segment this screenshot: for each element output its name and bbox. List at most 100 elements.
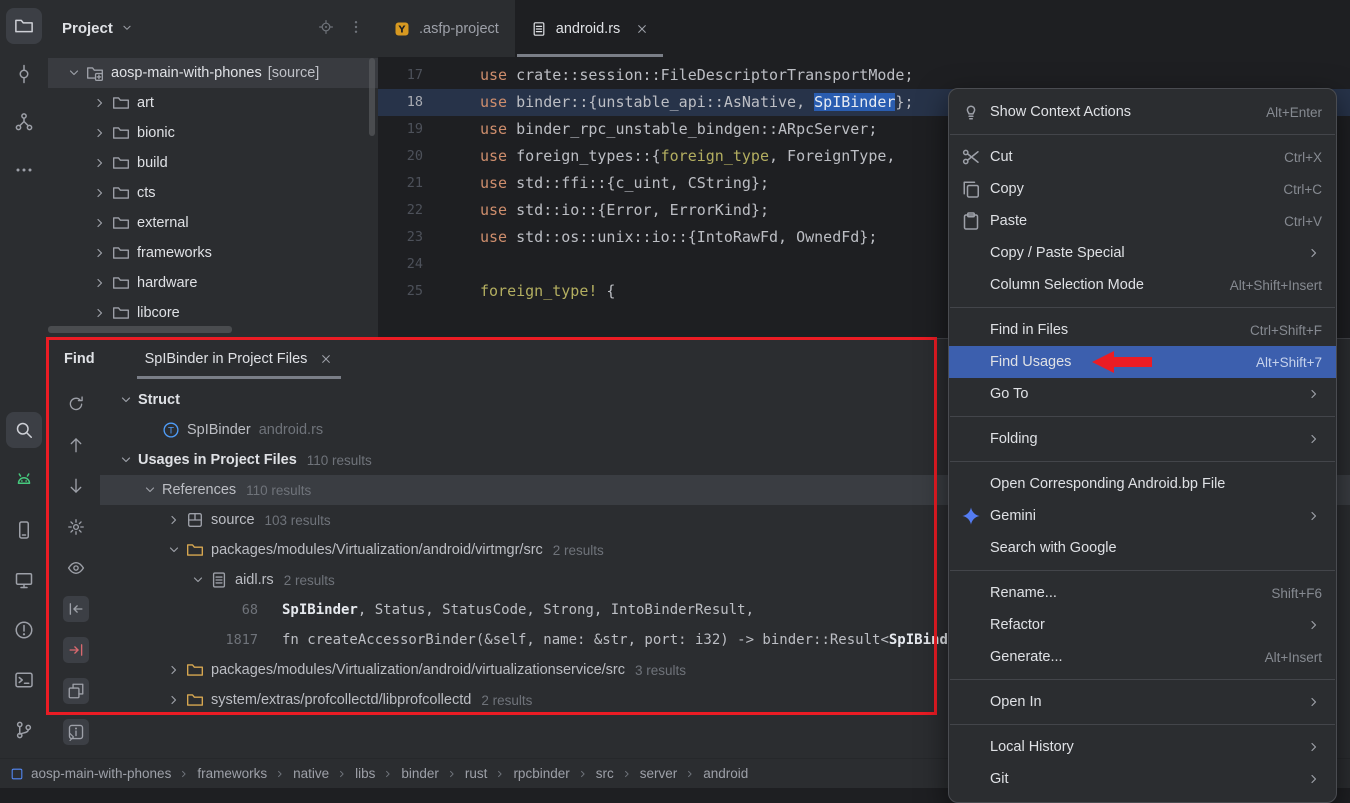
menu-item-find-in-files[interactable]: Find in FilesCtrl+Shift+F: [949, 314, 1336, 346]
toolwindow-find-button[interactable]: [6, 412, 42, 448]
line-number[interactable]: 24: [378, 251, 423, 278]
usage-line-number: 1817: [214, 632, 258, 648]
project-tree-item[interactable]: art: [48, 88, 378, 118]
breadcrumb-item[interactable]: server: [640, 766, 678, 781]
menu-item-search-with-google[interactable]: Search with Google: [949, 532, 1336, 564]
toolwindow-problems-button[interactable]: [6, 612, 42, 648]
breadcrumb-item[interactable]: native: [293, 766, 329, 781]
toolwindow-commit-button[interactable]: [6, 56, 42, 92]
vertical-scrollbar[interactable]: [369, 58, 375, 136]
code-text: use std::os::unix::io::{IntoRawFd, Owned…: [423, 224, 877, 251]
usage-line-number: 68: [214, 602, 258, 618]
breadcrumb-item[interactable]: rpcbinder: [513, 766, 569, 781]
settings-button[interactable]: [63, 514, 89, 540]
breadcrumb-item[interactable]: android: [703, 766, 748, 781]
project-panel-title[interactable]: Project: [62, 20, 113, 37]
breadcrumb-item[interactable]: libs: [355, 766, 375, 781]
project-tree-item[interactable]: aosp-main-with-phones[source]: [48, 58, 378, 88]
menu-item-shortcut: Shift+F6: [1271, 586, 1322, 601]
find-panel-title: Find: [64, 351, 95, 367]
result-label: packages/modules/Virtualization/android/…: [211, 662, 625, 678]
result-label: source: [211, 512, 255, 528]
toolwindow-more-tool-windows-button[interactable]: [6, 152, 42, 188]
open-new-icon: [67, 682, 85, 700]
toolwindow-logcat-button[interactable]: [6, 462, 42, 498]
breadcrumb-item[interactable]: src: [596, 766, 614, 781]
toolwindow-device-manager-button[interactable]: [6, 512, 42, 548]
menu-item-label: Git: [990, 771, 1298, 787]
preview-button[interactable]: [63, 555, 89, 581]
breadcrumb-item[interactable]: frameworks: [197, 766, 267, 781]
menu-item-label: Search with Google: [990, 540, 1322, 556]
project-tree-item[interactable]: external: [48, 208, 378, 238]
menu-item-refactor[interactable]: Refactor: [949, 609, 1336, 641]
menu-item-paste[interactable]: PasteCtrl+V: [949, 205, 1336, 237]
toolwindow-version-control-button[interactable]: [6, 712, 42, 748]
project-tree-item[interactable]: libcore: [48, 298, 378, 328]
tree-item-qualifier: [source]: [268, 65, 320, 81]
line-number[interactable]: 23: [378, 224, 423, 251]
toolwindow-pull-requests-button[interactable]: [6, 104, 42, 140]
breadcrumb-item[interactable]: binder: [401, 766, 439, 781]
toolwindow-running-devices-button[interactable]: [6, 562, 42, 598]
menu-item-find-usages[interactable]: Find UsagesAlt+Shift+7: [949, 346, 1336, 378]
menu-item-open-corresponding-android-bp-file[interactable]: Open Corresponding Android.bp File: [949, 468, 1336, 500]
line-number[interactable]: 19: [378, 116, 423, 143]
toolwindow-project-button[interactable]: [6, 8, 42, 44]
chevron-down-icon: [66, 65, 82, 81]
result-label: Usages in Project Files: [138, 452, 297, 468]
project-tree-item[interactable]: hardware: [48, 268, 378, 298]
locate-icon: [318, 19, 334, 35]
toolwindow-terminal-button[interactable]: [6, 662, 42, 698]
line-number[interactable]: 17: [378, 62, 423, 89]
editor-tab-android-rs[interactable]: android.rs: [515, 0, 665, 57]
tab-label: android.rs: [556, 21, 620, 37]
menu-item-git[interactable]: Git: [949, 763, 1336, 795]
find-results-tab[interactable]: SpIBinder in Project Files: [135, 339, 344, 379]
editor-tab-asfp-project[interactable]: Y.asfp-project: [378, 0, 515, 57]
line-number[interactable]: 20: [378, 143, 423, 170]
next-occurrence-button[interactable]: [63, 473, 89, 499]
open-in-new-tab-button[interactable]: [63, 678, 89, 704]
horizontal-scrollbar[interactable]: [48, 326, 232, 333]
menu-item-go-to[interactable]: Go To: [949, 378, 1336, 410]
menu-item-rename[interactable]: Rename...Shift+F6: [949, 577, 1336, 609]
menu-item-copy-paste-special[interactable]: Copy / Paste Special: [949, 237, 1336, 269]
project-tree-item[interactable]: bionic: [48, 118, 378, 148]
menu-item-local-history[interactable]: Local History: [949, 731, 1336, 763]
navigate-forward-button[interactable]: [63, 637, 89, 663]
close-icon[interactable]: [319, 352, 333, 366]
more-options-button[interactable]: [348, 19, 364, 35]
previous-occurrence-button[interactable]: [63, 432, 89, 458]
navigate-back-button[interactable]: [63, 596, 89, 622]
refresh-button[interactable]: [63, 391, 89, 417]
menu-item-show-context-actions[interactable]: Show Context ActionsAlt+Enter: [949, 96, 1336, 128]
line-number[interactable]: 25: [378, 278, 423, 305]
menu-item-column-selection-mode[interactable]: Column Selection ModeAlt+Shift+Insert: [949, 269, 1336, 301]
usage-preview: SpIBinder, Status, StatusCode, Strong, I…: [282, 602, 754, 618]
line-number[interactable]: 21: [378, 170, 423, 197]
tree-item-label: external: [137, 215, 189, 231]
menu-item-open-in[interactable]: Open In: [949, 686, 1336, 718]
project-tree-item[interactable]: frameworks: [48, 238, 378, 268]
menu-item-gemini[interactable]: Gemini: [949, 500, 1336, 532]
menu-item-generate[interactable]: Generate...Alt+Insert: [949, 641, 1336, 673]
tree-item-label: hardware: [137, 275, 197, 291]
code-line[interactable]: 17use crate::session::FileDescriptorTran…: [378, 62, 1350, 89]
menu-item-copy[interactable]: CopyCtrl+C: [949, 173, 1336, 205]
result-label: aidl.rs: [235, 572, 274, 588]
chevron-down-icon[interactable]: [120, 21, 134, 35]
chevron-right-icon: [621, 768, 633, 780]
select-opened-file-button[interactable]: [318, 19, 334, 35]
chevron-right-icon[interactable]: [64, 729, 80, 745]
menu-item-cut[interactable]: CutCtrl+X: [949, 141, 1336, 173]
menu-item-label: Cut: [990, 149, 1284, 165]
breadcrumb-item[interactable]: rust: [465, 766, 488, 781]
tab-close-button[interactable]: [635, 22, 649, 36]
project-tree-item[interactable]: cts: [48, 178, 378, 208]
breadcrumb-item[interactable]: aosp-main-with-phones: [31, 766, 171, 781]
menu-item-folding[interactable]: Folding: [949, 423, 1336, 455]
project-tree-item[interactable]: build: [48, 148, 378, 178]
line-number[interactable]: 18: [378, 89, 423, 116]
line-number[interactable]: 22: [378, 197, 423, 224]
